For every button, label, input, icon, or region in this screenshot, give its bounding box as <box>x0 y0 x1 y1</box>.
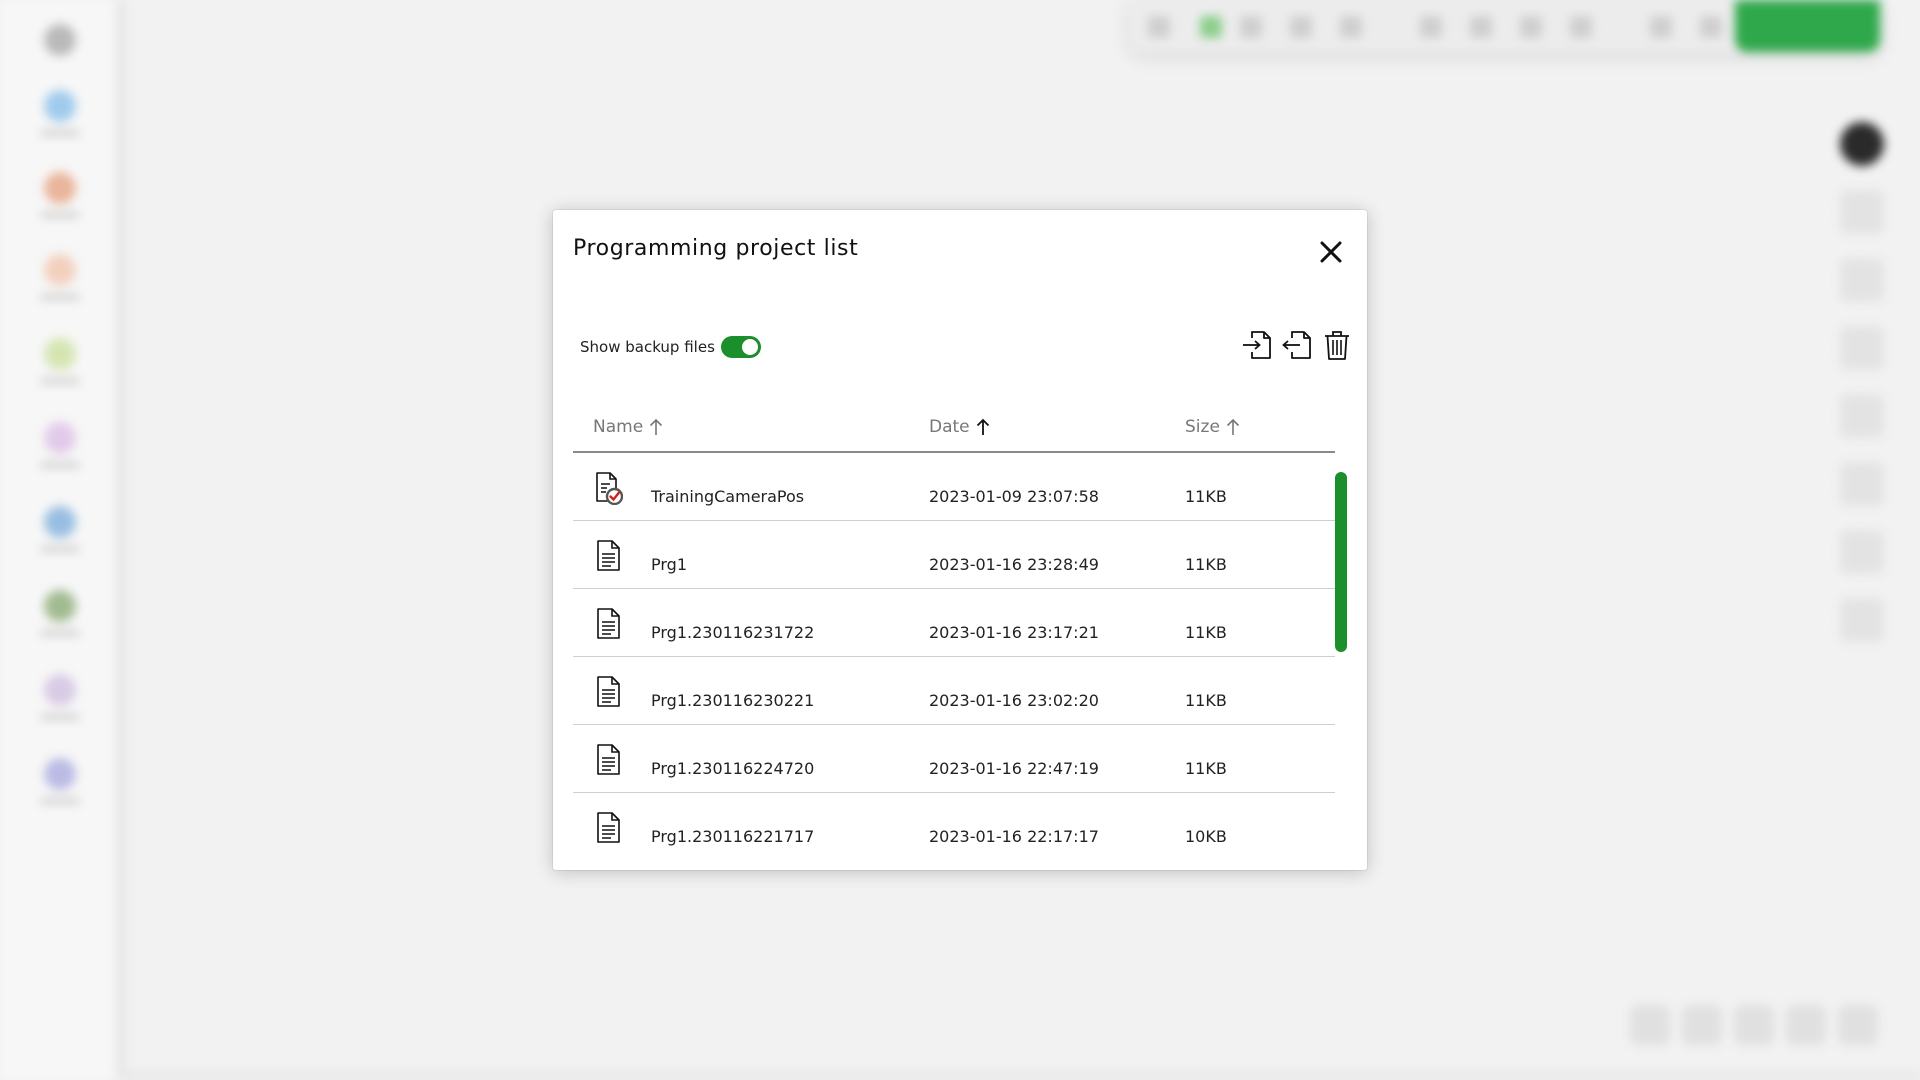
column-header-date[interactable]: Date <box>929 417 990 437</box>
bg-sidebar-item <box>36 590 84 646</box>
sort-arrow-up-icon <box>649 418 663 436</box>
file-name: Prg1.230116221717 <box>651 827 815 846</box>
file-date: 2023-01-09 23:07:58 <box>929 487 1099 506</box>
file-check-icon <box>596 472 623 505</box>
bg-bottom-button <box>1786 1005 1826 1045</box>
bg-sidebar-item <box>36 758 84 814</box>
table-row[interactable]: Prg1.230116224720 2023-01-16 22:47:19 11… <box>573 725 1335 793</box>
bg-sidebar-item <box>36 674 84 730</box>
background-divider <box>116 0 126 1080</box>
table-row[interactable]: TrainingCameraPos 2023-01-09 23:07:58 11… <box>573 453 1335 521</box>
bg-sidebar-item <box>36 254 84 310</box>
table-header: Name Date Size <box>573 395 1335 453</box>
import-icon <box>1243 331 1271 359</box>
delete-icon <box>1325 331 1349 360</box>
file-date: 2023-01-16 22:47:19 <box>929 759 1099 778</box>
backup-toggle[interactable] <box>720 336 761 358</box>
file-date: 2023-01-16 23:17:21 <box>929 623 1099 642</box>
file-name: Prg1.230116224720 <box>651 759 815 778</box>
column-header-size[interactable]: Size <box>1185 417 1240 437</box>
file-size: 11KB <box>1185 487 1227 506</box>
sort-arrow-up-icon <box>1226 418 1240 436</box>
backup-toggle-label: Show backup files <box>580 338 715 356</box>
file-size: 10KB <box>1185 827 1227 846</box>
bg-right-button <box>1840 530 1884 574</box>
delete-button[interactable] <box>1321 328 1353 362</box>
bg-right-button <box>1840 598 1884 642</box>
bg-sidebar-item <box>36 172 84 228</box>
backup-toggle-row: Show backup files <box>580 335 761 359</box>
export-button[interactable] <box>1281 328 1313 362</box>
file-date: 2023-01-16 22:17:17 <box>929 827 1099 846</box>
table-row[interactable]: Prg1.230116221717 2023-01-16 22:17:17 10… <box>573 793 1335 860</box>
column-header-label: Size <box>1185 417 1220 437</box>
bg-sidebar-item <box>36 24 84 80</box>
bg-sidebar-item <box>36 506 84 562</box>
sort-arrow-up-icon <box>976 418 990 436</box>
file-name: Prg1 <box>651 555 687 574</box>
file-date: 2023-01-16 23:02:20 <box>929 691 1099 710</box>
close-button[interactable] <box>1315 236 1347 268</box>
project-table: Name Date Size TrainingCameraPos 2023-01… <box>573 395 1335 860</box>
file-icon <box>597 744 620 775</box>
bg-bottom-button <box>1630 1005 1670 1045</box>
file-date: 2023-01-16 23:28:49 <box>929 555 1099 574</box>
file-icon <box>597 540 620 571</box>
bg-right-button <box>1840 190 1884 234</box>
background-sidebar <box>0 0 121 1080</box>
bg-sidebar-item <box>36 422 84 478</box>
file-name: Prg1.230116230221 <box>651 691 815 710</box>
action-toolbar <box>1241 328 1353 362</box>
file-size: 11KB <box>1185 555 1227 574</box>
file-name: Prg1.230116231722 <box>651 623 815 642</box>
file-size: 11KB <box>1185 623 1227 642</box>
file-name: TrainingCameraPos <box>651 487 805 506</box>
file-icon <box>597 676 620 707</box>
close-icon <box>1320 241 1342 263</box>
export-icon <box>1282 331 1311 359</box>
bg-right-button <box>1840 462 1884 506</box>
table-row[interactable]: Prg1.230116230221 2023-01-16 23:02:20 11… <box>573 657 1335 725</box>
bg-right-button <box>1840 394 1884 438</box>
column-header-label: Name <box>593 417 644 437</box>
table-row[interactable]: Prg1.230116231722 2023-01-16 23:17:21 11… <box>573 589 1335 657</box>
file-size: 11KB <box>1185 759 1227 778</box>
background-bottom-bar <box>126 1072 1920 1080</box>
bg-right-button <box>1840 258 1884 302</box>
file-icon <box>597 608 620 639</box>
import-button[interactable] <box>1241 328 1273 362</box>
column-header-label: Date <box>929 417 970 437</box>
bg-bottom-button <box>1682 1005 1722 1045</box>
bg-bottom-button <box>1838 1005 1878 1045</box>
file-size: 11KB <box>1185 691 1227 710</box>
project-list-dialog: Programming project list Show backup fil… <box>553 210 1367 870</box>
bg-sidebar-item <box>36 90 84 146</box>
bg-sidebar-item <box>36 338 84 394</box>
dialog-title: Programming project list <box>573 236 859 261</box>
table-body: TrainingCameraPos 2023-01-09 23:07:58 11… <box>573 453 1335 860</box>
background-primary-button <box>1735 0 1880 52</box>
bg-bottom-button <box>1734 1005 1774 1045</box>
column-header-name[interactable]: Name <box>593 417 663 437</box>
file-icon <box>597 812 620 843</box>
table-row[interactable]: Prg1 2023-01-16 23:28:49 11KB <box>573 521 1335 589</box>
bg-right-button <box>1840 122 1884 166</box>
bg-right-button <box>1840 326 1884 370</box>
table-scrollbar-thumb[interactable] <box>1335 472 1347 652</box>
